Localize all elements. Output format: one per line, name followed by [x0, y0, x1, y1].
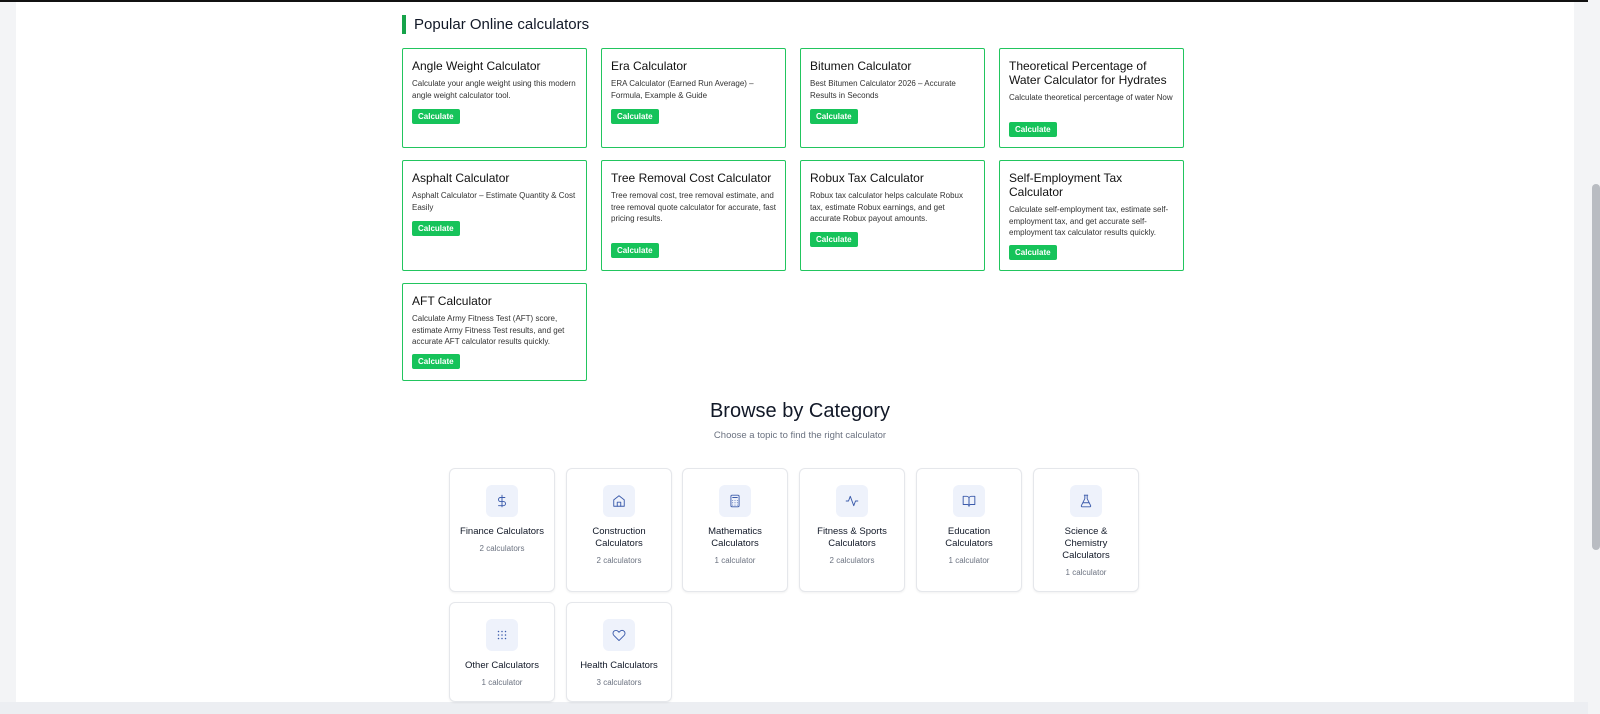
category-name: Education Calculators — [945, 526, 993, 549]
category-count: 1 calculator — [948, 556, 990, 565]
calculate-button[interactable]: Calculate — [412, 221, 460, 236]
category-name: Finance Calculators — [460, 526, 544, 537]
calculator-card: Self-Employment Tax Calculator Calculate… — [999, 160, 1184, 271]
card-description: Calculate Army Fitness Test (AFT) score,… — [412, 314, 565, 346]
category-count: 1 calculator — [481, 678, 523, 687]
category-card-construction[interactable]: Construction Calculators 2 calculators — [566, 468, 672, 592]
category-card-other[interactable]: Other Calculators 1 calculator — [449, 602, 555, 702]
card-description: Tree removal cost, tree removal estimate… — [611, 191, 776, 223]
calculate-button[interactable]: Calculate — [611, 243, 659, 258]
category-name: Construction Calculators — [592, 526, 646, 549]
category-count: 1 calculator — [1065, 568, 1107, 577]
card-description: Asphalt Calculator – Estimate Quantity &… — [412, 191, 576, 212]
calculator-card: AFT Calculator Calculate Army Fitness Te… — [402, 283, 587, 381]
calculator-card: Theoretical Percentage of Water Calculat… — [999, 48, 1184, 148]
category-name: Mathematics Calculators — [708, 526, 762, 549]
browse-subtitle: Choose a topic to find the right calcula… — [713, 430, 887, 441]
card-title: Asphalt Calculator — [412, 171, 510, 185]
card-description: Calculate your angle weight using this m… — [412, 79, 576, 100]
card-description: Robux tax calculator helps calculate Rob… — [810, 191, 963, 223]
category-card-science-chemistry[interactable]: Science & Chemistry Calculators 1 calcul… — [1033, 468, 1139, 592]
browse-title: Browse by Category — [709, 400, 891, 422]
card-description: Calculate theoretical percentage of wate… — [1009, 93, 1173, 102]
card-description: Calculate self-employment tax, estimate … — [1009, 205, 1169, 237]
calculate-button[interactable]: Calculate — [611, 109, 659, 124]
card-title: Angle Weight Calculator — [412, 59, 541, 73]
home-icon — [603, 485, 635, 517]
category-count: 2 calculators — [829, 556, 875, 565]
calculator-icon — [719, 485, 751, 517]
calculate-button[interactable]: Calculate — [412, 109, 460, 124]
calculator-card: Angle Weight Calculator Calculate your a… — [402, 48, 587, 148]
calculate-button[interactable]: Calculate — [1009, 245, 1057, 260]
category-name: Fitness & Sports Calculators — [817, 526, 887, 549]
calculator-card: Asphalt Calculator Asphalt Calculator – … — [402, 160, 587, 271]
category-card-education[interactable]: Education Calculators 1 calculator — [916, 468, 1022, 592]
card-title: Bitumen Calculator — [810, 59, 912, 73]
page-content — [16, 2, 1574, 702]
book-icon — [953, 485, 985, 517]
page-bottom-strip — [0, 702, 1600, 714]
card-description: ERA Calculator (Earned Run Average) – Fo… — [611, 79, 754, 100]
category-card-finance[interactable]: Finance Calculators 2 calculators — [449, 468, 555, 592]
calculate-button[interactable]: Calculate — [412, 354, 460, 369]
calculator-card: Bitumen Calculator Best Bitumen Calculat… — [800, 48, 985, 148]
grid-icon — [486, 619, 518, 651]
card-title: Robux Tax Calculator — [810, 171, 924, 185]
calculator-card: Robux Tax Calculator Robux tax calculato… — [800, 160, 985, 271]
category-count: 2 calculators — [596, 556, 642, 565]
card-title: Tree Removal Cost Calculator — [611, 171, 772, 185]
category-card-fitness-sports[interactable]: Fitness & Sports Calculators 2 calculato… — [799, 468, 905, 592]
flask-icon — [1070, 485, 1102, 517]
category-count: 2 calculators — [479, 544, 525, 553]
card-description: Best Bitumen Calculator 2026 – Accurate … — [810, 79, 956, 100]
section-title: Popular Online calculators — [402, 15, 589, 34]
category-card-health[interactable]: Health Calculators 3 calculators — [566, 602, 672, 702]
calculate-button[interactable]: Calculate — [810, 109, 858, 124]
calculator-card: Tree Removal Cost Calculator Tree remova… — [601, 160, 786, 271]
category-count: 1 calculator — [714, 556, 756, 565]
card-title: Era Calculator — [611, 59, 688, 73]
calculator-card: Era Calculator ERA Calculator (Earned Ru… — [601, 48, 786, 148]
dollar-icon — [486, 485, 518, 517]
category-card-mathematics[interactable]: Mathematics Calculators 1 calculator — [682, 468, 788, 592]
category-name: Science & Chemistry Calculators — [1062, 526, 1110, 561]
card-title: Theoretical Percentage of Water Calculat… — [1009, 59, 1167, 87]
card-title: AFT Calculator — [412, 294, 492, 308]
category-name: Health Calculators — [580, 660, 658, 671]
heart-icon — [603, 619, 635, 651]
card-title: Self-Employment Tax Calculator — [1009, 171, 1123, 199]
calculate-button[interactable]: Calculate — [1009, 122, 1057, 137]
activity-icon — [836, 485, 868, 517]
calculate-button[interactable]: Calculate — [810, 232, 858, 247]
category-count: 3 calculators — [596, 678, 642, 687]
category-name: Other Calculators — [465, 660, 539, 671]
scrollbar-thumb[interactable] — [1592, 184, 1600, 550]
